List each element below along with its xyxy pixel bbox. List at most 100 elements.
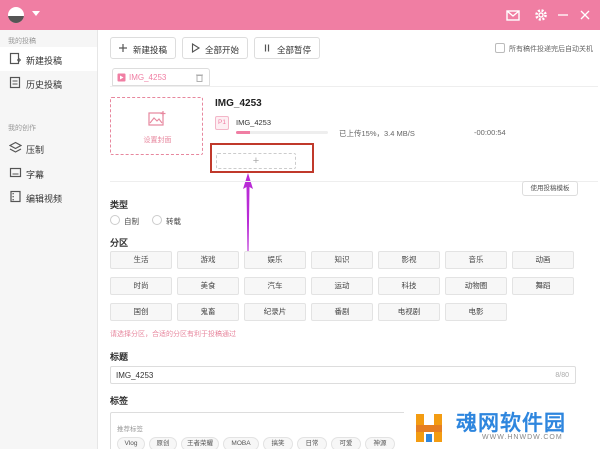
watermark-logo xyxy=(416,414,442,442)
image-icon xyxy=(148,111,166,126)
tab-upload-item[interactable]: IMG_4253 xyxy=(112,68,210,86)
cover-label: 设置封面 xyxy=(143,137,172,144)
recommend-tags-label: 推荐标签 xyxy=(117,426,143,433)
zone-chip-documentary[interactable]: 纪录片 xyxy=(244,303,306,321)
trash-icon[interactable] xyxy=(195,73,204,82)
sidebar-item-new-submission[interactable]: 新建投稿 xyxy=(0,47,97,71)
zone-chip-anime-series[interactable]: 番剧 xyxy=(311,303,373,321)
set-cover-button[interactable]: 设置封面 xyxy=(110,97,203,155)
start-all-button[interactable]: 全部开始 xyxy=(182,37,248,59)
watermark-url: WWW.HNWDW.COM xyxy=(482,434,563,441)
tag-chip[interactable]: 日常 xyxy=(297,437,327,449)
zone-chip-fashion[interactable]: 时尚 xyxy=(110,277,172,295)
zone-chip-movie[interactable]: 电影 xyxy=(445,303,507,321)
tab-divider xyxy=(110,86,598,87)
tag-chip[interactable]: 可爱 xyxy=(331,437,361,449)
upload-eta: -00:00:54 xyxy=(474,128,506,137)
zone-chip-knowledge[interactable]: 知识 xyxy=(311,251,373,269)
pause-icon xyxy=(264,44,270,52)
type-option-label: 自制 xyxy=(124,217,139,226)
upload-status: 已上传15%，3.4 MB/S xyxy=(339,129,415,138)
title-input[interactable]: IMG_4253 8/80 xyxy=(110,366,576,384)
tag-chip[interactable]: MOBA xyxy=(223,437,259,449)
new-submission-button[interactable]: 新建投稿 xyxy=(110,37,176,59)
chevron-down-icon[interactable] xyxy=(32,11,40,16)
sidebar-item-edit-video[interactable]: 编辑视频 xyxy=(0,185,97,209)
subtitle-icon xyxy=(9,167,22,178)
zone-chip-music[interactable]: 音乐 xyxy=(445,251,507,269)
zone-chip-animals[interactable]: 动物圈 xyxy=(445,277,507,295)
zone-chip-games[interactable]: 游戏 xyxy=(177,251,239,269)
type-repost-radio[interactable] xyxy=(152,215,162,225)
zone-chip-cars[interactable]: 汽车 xyxy=(244,277,306,295)
type-section-title: 类型 xyxy=(110,200,129,210)
button-label: 全部开始 xyxy=(205,45,240,55)
zone-section-title: 分区 xyxy=(110,238,129,248)
tag-chip[interactable]: 神源 xyxy=(365,437,395,449)
title-bar xyxy=(0,0,600,30)
type-self-made-radio[interactable] xyxy=(110,215,120,225)
auto-shutdown-checkbox[interactable] xyxy=(495,43,505,53)
tag-chip[interactable]: Vlog xyxy=(117,437,145,449)
layers-icon xyxy=(9,141,22,153)
gear-icon[interactable] xyxy=(532,6,550,24)
tag-section-title: 标签 xyxy=(110,396,129,406)
pause-all-button[interactable]: 全部暂停 xyxy=(254,37,320,59)
zone-chip-food[interactable]: 美食 xyxy=(177,277,239,295)
sidebar-item-label: 字幕 xyxy=(26,170,45,180)
play-icon xyxy=(191,43,201,53)
sidebar-group-my-submissions: 我的投稿 xyxy=(8,38,36,45)
zone-chip-life[interactable]: 生活 xyxy=(110,251,172,269)
type-option-label: 转载 xyxy=(166,217,181,226)
sidebar-item-label: 历史投稿 xyxy=(26,80,63,90)
tag-chip[interactable]: 王者荣耀 xyxy=(181,437,219,449)
mail-icon[interactable] xyxy=(504,6,522,24)
upload-progress-bar xyxy=(236,131,328,134)
part-badge: P1 xyxy=(215,116,229,130)
tab-label: IMG_4253 xyxy=(129,73,167,82)
zone-chip-entertainment[interactable]: 娱乐 xyxy=(244,251,306,269)
title-input-value: IMG_4253 xyxy=(116,371,154,380)
video-file-icon xyxy=(117,73,126,82)
button-label: 全部暂停 xyxy=(277,45,312,55)
title-section-title: 标题 xyxy=(110,352,129,362)
use-template-button[interactable]: 使用投稿模板 xyxy=(522,181,578,196)
sidebar-item-subtitles[interactable]: 字幕 xyxy=(0,161,97,185)
sidebar-item-label: 压制 xyxy=(26,145,45,155)
zone-chip-dance[interactable]: 舞蹈 xyxy=(512,277,574,295)
upload-progress-fill xyxy=(236,131,250,134)
tag-chip[interactable]: 搞笑 xyxy=(263,437,293,449)
part-name: IMG_4253 xyxy=(236,118,272,127)
auto-shutdown-label: 所有稿件投递完后自动关机 xyxy=(509,46,593,53)
watermark-brand: 魂网软件园 xyxy=(456,412,566,435)
zone-chip-tv-drama[interactable]: 电视剧 xyxy=(378,303,440,321)
sidebar-group-my-creations: 我的创作 xyxy=(8,125,36,132)
sidebar-item-label: 新建投稿 xyxy=(26,56,63,66)
zone-chip-tech[interactable]: 科技 xyxy=(378,277,440,295)
zone-chip-guochuang[interactable]: 国创 xyxy=(110,303,172,321)
minimize-icon[interactable] xyxy=(554,6,572,24)
zone-chip-film[interactable]: 影视 xyxy=(378,251,440,269)
highlight-box xyxy=(210,143,314,173)
film-icon xyxy=(10,190,21,203)
video-title: IMG_4253 xyxy=(215,98,262,109)
sidebar-item-history[interactable]: 历史投稿 xyxy=(0,71,97,95)
main-panel: 新建投稿 全部开始 全部暂停 所有稿件投递完后自动关机 IMG_4253 设置封… xyxy=(98,30,600,449)
button-label: 新建投稿 xyxy=(133,45,168,55)
sidebar-item-label: 编辑视频 xyxy=(26,194,63,204)
close-icon[interactable] xyxy=(576,6,594,24)
arrow-up-icon xyxy=(243,173,253,255)
app-logo[interactable] xyxy=(8,7,24,23)
title-char-count: 8/80 xyxy=(555,372,569,379)
zone-chip-sports[interactable]: 运动 xyxy=(311,277,373,295)
zone-chip-animation[interactable]: 动画 xyxy=(512,251,574,269)
plus-icon xyxy=(119,44,127,52)
upload-icon xyxy=(9,52,21,65)
sidebar-item-compress[interactable]: 压制 xyxy=(0,136,97,160)
tag-chip[interactable]: 原创 xyxy=(149,437,177,449)
history-icon xyxy=(9,76,21,89)
zone-hint: 请选择分区，合适的分区有利于投稿通过 xyxy=(110,331,236,338)
watermark: 魂网软件园 WWW.HNWDW.COM xyxy=(404,404,600,449)
sidebar: 我的投稿 新建投稿 历史投稿 我的创作 压制 字幕 编辑视频 xyxy=(0,30,98,449)
zone-chip-kichiku[interactable]: 鬼畜 xyxy=(177,303,239,321)
